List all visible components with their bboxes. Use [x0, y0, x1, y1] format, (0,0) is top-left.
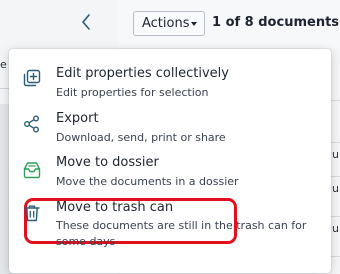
menu-item-description: Edit properties for selection — [56, 86, 209, 99]
inbox-tray-icon — [23, 162, 41, 179]
share-icon — [24, 115, 39, 133]
chevron-left-icon[interactable] — [78, 12, 94, 32]
menu-item-export[interactable]: Export Download, send, print or share — [9, 105, 331, 145]
menu-item-description: Move the documents in a dossier — [56, 175, 239, 188]
menu-item-move-to-dossier[interactable]: Move to dossier Move the documents in a … — [9, 149, 331, 191]
menu-item-edit-properties[interactable]: Edit properties collectively Edit proper… — [9, 61, 331, 101]
actions-menu: Edit properties collectively Edit proper… — [9, 49, 331, 273]
list-item-fragment: u — [332, 182, 339, 195]
add-square-icon — [23, 69, 41, 87]
caret-down-icon — [191, 22, 197, 26]
menu-item-description: Download, send, print or share — [56, 131, 226, 144]
menu-item-description: These documents are still in the trash c… — [56, 219, 307, 248]
menu-item-title: Export — [56, 111, 99, 126]
actions-button-label: Actions — [142, 16, 190, 31]
menu-item-title: Move to dossier — [56, 155, 159, 170]
sidebar-text-fragment: e — [0, 58, 7, 71]
menu-item-title: Move to trash can — [56, 200, 174, 215]
list-item-fragment: u — [332, 222, 339, 235]
selection-count: 1 of 8 documents selected — [212, 15, 340, 30]
menu-item-move-to-trash[interactable]: Move to trash can These documents are st… — [9, 195, 331, 253]
actions-button[interactable]: Actions — [133, 11, 205, 36]
menu-item-title: Edit properties collectively — [56, 66, 229, 81]
list-item-fragment: u — [332, 148, 339, 161]
trash-icon — [24, 205, 40, 222]
